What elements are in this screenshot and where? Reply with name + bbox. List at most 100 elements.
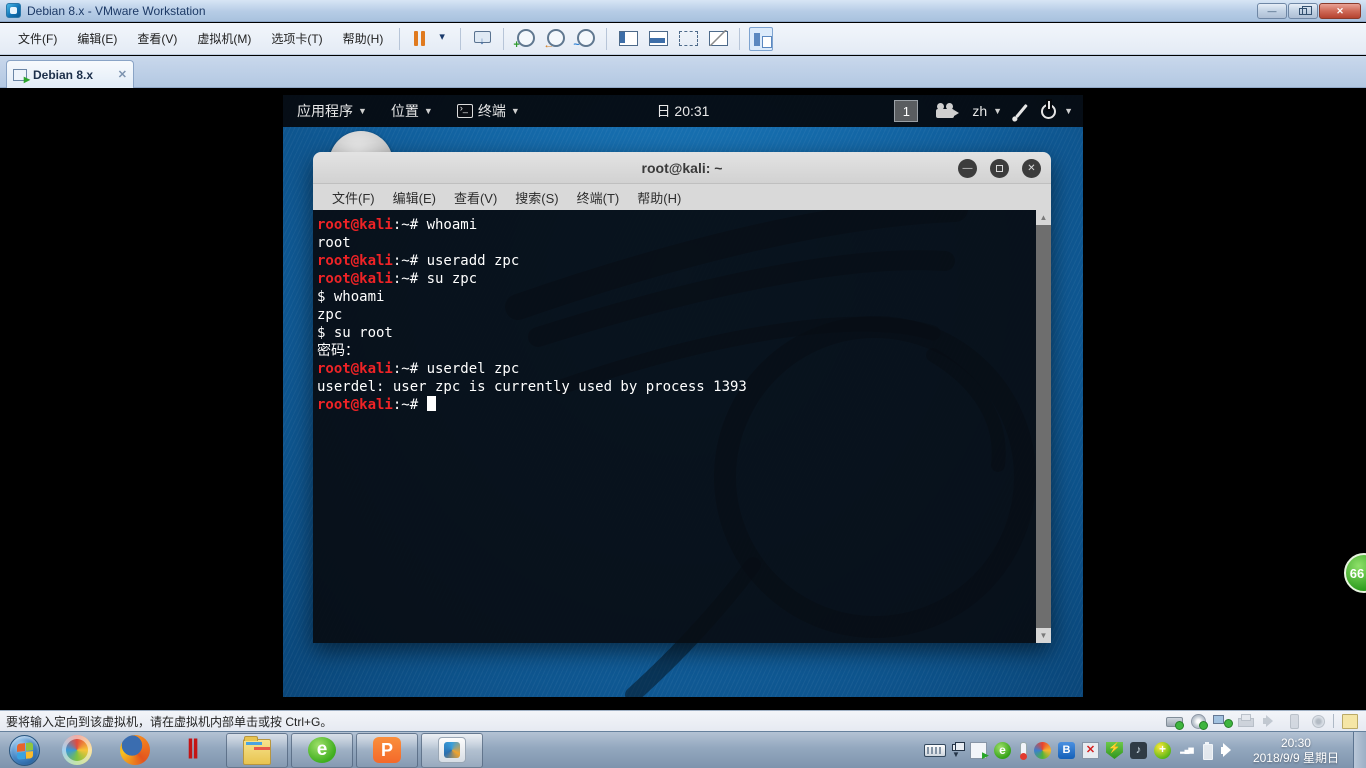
shield-icon[interactable]: ⚡: [1105, 742, 1123, 759]
workspace-indicator[interactable]: 1: [894, 100, 919, 122]
camera-icon[interactable]: [936, 102, 960, 118]
taskbar-button-wps[interactable]: P: [356, 732, 418, 768]
library-icon[interactable]: [749, 26, 774, 51]
terminal-menu-item[interactable]: 文件(F): [323, 188, 384, 207]
pinwheel-icon[interactable]: [1033, 742, 1051, 759]
vmware-menu-item[interactable]: 选项卡(T): [261, 26, 332, 51]
sound-icon[interactable]: [1261, 713, 1278, 728]
music-icon[interactable]: ♪: [1129, 742, 1147, 759]
battery-icon[interactable]: [1202, 742, 1213, 760]
terminal-text: 密码：: [317, 343, 359, 359]
send-cad-icon[interactable]: [470, 27, 494, 51]
panel-clock[interactable]: 日 20:31: [657, 101, 710, 121]
terminal-scrollbar[interactable]: ▲ ▼: [1036, 210, 1051, 643]
terminal-body[interactable]: root@kali:~# whoami root root@kali:~# user…: [313, 210, 1051, 643]
terminal-titlebar[interactable]: root@kali: ~ — ✕: [313, 152, 1051, 184]
snapshot-revert-icon[interactable]: [543, 27, 567, 51]
terminal-menu-item[interactable]: 搜索(S): [506, 188, 567, 207]
kali-desktop[interactable]: 应用程序 ▼ 位置 ▼ 终端 ▼ 日 20:31 1 zh: [283, 95, 1083, 697]
360-safe-icon[interactable]: [62, 735, 92, 765]
vmware-menu-item[interactable]: 帮助(H): [333, 26, 394, 51]
terminal-text: :~#: [392, 397, 427, 413]
vmware-tray-icon[interactable]: [969, 742, 989, 761]
safety-ball-icon[interactable]: +: [1153, 742, 1171, 759]
close-button[interactable]: ✕: [1319, 3, 1361, 19]
bluetooth-icon[interactable]: B: [1057, 742, 1075, 759]
usb-icon[interactable]: [1285, 713, 1302, 729]
cdrom-icon[interactable]: [1189, 713, 1208, 730]
hdd-icon[interactable]: [1165, 713, 1184, 730]
terminal-text: userdel: user zpc is currently used by p…: [317, 379, 747, 395]
scroll-up-button[interactable]: ▲: [1036, 210, 1051, 225]
browser-360-icon[interactable]: e: [993, 742, 1011, 759]
tray-clock[interactable]: 20:30 2018/9/9 星期日: [1253, 736, 1339, 766]
firefox-icon[interactable]: [120, 735, 150, 765]
system-menu[interactable]: ▼: [1041, 95, 1073, 127]
scrollbar-thumb[interactable]: [1036, 225, 1051, 628]
vmware-menu-item[interactable]: 虚拟机(M): [187, 26, 261, 51]
snapshot-manage-icon[interactable]: [573, 27, 597, 51]
scroll-down-button[interactable]: ▼: [1036, 628, 1051, 643]
network-icon[interactable]: [1213, 713, 1233, 728]
terminal-menu-item[interactable]: 编辑(E): [384, 188, 445, 207]
vmware-menu-item[interactable]: 查看(V): [127, 26, 187, 51]
fullscreen-icon[interactable]: [676, 27, 700, 51]
restore-button[interactable]: [1288, 3, 1318, 19]
vm-tab-debian[interactable]: Debian 8.x ✕: [6, 60, 134, 88]
terminal-line: root@kali:~# su zpc: [317, 270, 1031, 288]
terminal-minimize-button[interactable]: —: [958, 159, 977, 178]
vmware-app-icon: [6, 3, 21, 18]
webcam-icon[interactable]: [1309, 713, 1326, 728]
temperature-icon[interactable]: [1018, 742, 1027, 760]
vmware-toolbar: [406, 26, 776, 51]
windows-logo-icon: [17, 741, 33, 760]
terminal-menu-item[interactable]: 帮助(H): [628, 188, 690, 207]
places-menu[interactable]: 位置 ▼: [379, 95, 445, 127]
show-desktop-button[interactable]: [1353, 732, 1366, 768]
keyboard-layout-label: zh: [972, 103, 988, 119]
signal-icon[interactable]: ▂▄▆: [1178, 742, 1195, 759]
printer-icon[interactable]: [1237, 713, 1254, 728]
minimize-button[interactable]: —: [1257, 3, 1287, 19]
unity-off-icon[interactable]: [706, 27, 730, 51]
taskbar-button-browser-360[interactable]: e: [291, 732, 353, 768]
pause-icon[interactable]: [409, 27, 433, 51]
vmware-titlebar[interactable]: Debian 8.x - VMware Workstation — ✕: [0, 0, 1366, 22]
terminal-window[interactable]: root@kali: ~ — ✕ 文件(F) 编辑(E) 查看(V) 搜索(S) 终端(…: [313, 152, 1051, 643]
vmware-menu-item[interactable]: 文件(F): [8, 26, 67, 51]
prompt-text: root@kali: [317, 217, 393, 233]
volume-icon[interactable]: [1220, 742, 1237, 759]
restore-windows-icon: [951, 741, 965, 751]
tab-close-icon[interactable]: ✕: [118, 68, 127, 81]
language-bar-options[interactable]: ▼: [951, 741, 965, 759]
start-button[interactable]: [9, 734, 40, 766]
keyboard-layout-menu[interactable]: zh ▼: [972, 95, 1002, 127]
terminal-menu-item[interactable]: 终端(T): [568, 188, 629, 207]
terminal-close-button[interactable]: ✕: [1022, 159, 1041, 178]
vmware-menu-item[interactable]: 编辑(E): [67, 26, 127, 51]
terminal-line: zpc: [317, 306, 1031, 324]
applications-menu[interactable]: 应用程序 ▼: [285, 95, 379, 127]
input-method-keyboard-icon[interactable]: [923, 744, 946, 757]
terminal-menu-item[interactable]: 查看(V): [445, 188, 506, 207]
vmware-window-title: Debian 8.x - VMware Workstation: [27, 3, 206, 18]
restore-icon: [1299, 5, 1312, 15]
network-error-icon[interactable]: [1081, 742, 1099, 759]
terminal-app-menu[interactable]: 终端 ▼: [445, 95, 532, 127]
snapshot-take-icon[interactable]: [513, 27, 537, 51]
terminal-text: $ su root: [317, 325, 393, 341]
console-left-icon[interactable]: [616, 27, 640, 51]
chevron-down-icon: ▼: [951, 749, 960, 759]
brush-icon[interactable]: [1015, 103, 1028, 119]
terminal-maximize-button[interactable]: [990, 159, 1009, 178]
terminal-line: root@kali:~#: [317, 396, 1031, 414]
red-app-icon[interactable]: Ⅱ: [178, 735, 208, 765]
console-bottom-icon[interactable]: [646, 27, 670, 51]
taskbar-button-vmware[interactable]: [421, 732, 483, 768]
toolbar-separator: [399, 27, 401, 50]
toolbar-separator: [606, 27, 608, 50]
windows-taskbar: Ⅱ eP ▼ eB⚡♪+▂▄▆ 20:30 2018/9/9 星期日: [0, 731, 1366, 768]
message-icon[interactable]: [1341, 713, 1358, 729]
dropdown-icon[interactable]: [439, 27, 451, 51]
taskbar-button-explorer[interactable]: [226, 732, 288, 768]
